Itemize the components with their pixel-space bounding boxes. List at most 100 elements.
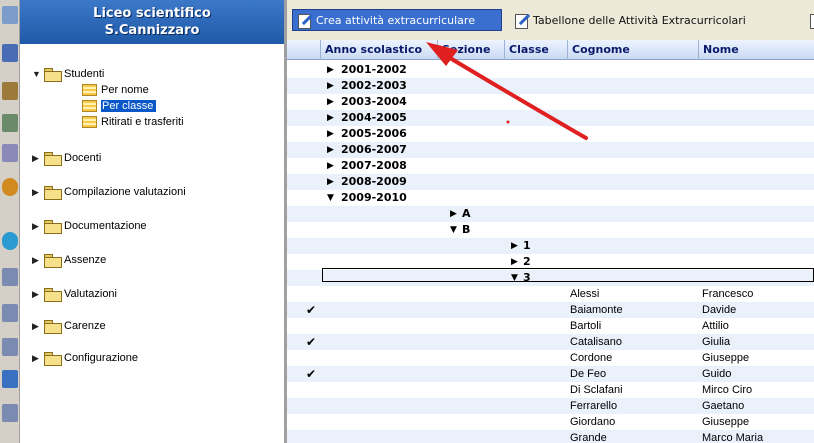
cognome-cell: Bartoli [570,320,602,332]
cognome-cell: De Feo [570,368,607,380]
table-row[interactable]: Di Sclafani Mirco Ciro [287,382,814,398]
column-header-nome[interactable]: Nome [698,40,814,60]
cognome-cell: Ferrarello [570,400,618,412]
crea-attivita-button[interactable]: Crea attività extracurriculare [292,9,502,31]
table-row[interactable]: Bartoli Attilio [287,318,814,334]
table-row-year[interactable]: ▶ 2006-2007 [287,142,814,158]
nome-cell: Marco Maria [702,432,764,443]
table-row[interactable]: Catalisano Giulia ✔ [287,334,814,350]
tabellone-button[interactable]: Tabellone delle Attività Extracurricolar… [510,9,795,31]
chevron-right-icon[interactable]: ▶ [32,321,44,332]
left-icon-strip [0,0,20,443]
tree-item-label: Documentazione [64,220,147,232]
chevron-down-icon[interactable]: ▼ [32,69,44,79]
table-row[interactable]: Cordone Giuseppe [287,350,814,366]
tree-item-per-nome[interactable]: Per nome [82,82,149,98]
tree-item-compilazione[interactable]: ▶ Compilazione valutazioni [32,184,186,200]
chevron-right-icon[interactable]: ▶ [327,78,334,94]
nome-cell: Giulia [702,336,731,348]
cognome-cell: Di Sclafani [570,384,623,396]
column-header-classe[interactable]: Classe [504,40,567,60]
chevron-right-icon[interactable]: ▶ [327,158,334,174]
tree-item-docenti[interactable]: ▶ Docenti [32,150,101,166]
nome-cell: Giuseppe [702,416,750,428]
chevron-right-icon[interactable]: ▶ [32,187,44,198]
tree-item-label: Carenze [64,320,106,332]
tree-item-per-classe[interactable]: Per classe [82,98,157,114]
tree-item-label: Assenze [64,254,107,266]
nome-cell: Guido [702,368,732,380]
nome-cell: Gaetano [702,400,745,412]
nome-cell: Francesco [702,288,754,300]
table-row[interactable]: Alessi Francesco [287,286,814,302]
class-label: 1 [523,239,531,252]
chevron-right-icon[interactable]: ▶ [327,142,334,158]
table-row-section[interactable]: ▼ B [287,222,814,238]
table-row-section[interactable]: ▶ A [287,206,814,222]
table-row[interactable]: Ferrarello Gaetano [287,398,814,414]
table-row-year[interactable]: ▶ 2002-2003 [287,78,814,94]
chevron-right-icon[interactable]: ▶ [32,221,44,232]
tree-item-ritirati[interactable]: Ritirati e trasferiti [82,114,184,130]
chevron-right-icon[interactable]: ▶ [327,94,334,110]
tree-item-configurazione[interactable]: ▶ Configurazione [32,350,138,366]
column-header-cognome[interactable]: Cognome [567,40,698,60]
chevron-right-icon[interactable]: ▶ [327,174,334,190]
strip-book-icon[interactable] [2,82,18,100]
chevron-right-icon[interactable]: ▶ [327,62,334,78]
button-label: Tabellone delle Attività Extracurricolar… [533,13,746,27]
section-label: A [462,207,471,220]
strip-book-icon[interactable] [2,268,18,286]
chevron-right-icon[interactable]: ▶ [511,238,518,254]
cognome-cell: Baiamonte [570,304,623,316]
chevron-right-icon[interactable]: ▶ [32,153,44,164]
tree-item-assenze[interactable]: ▶ Assenze [32,252,106,268]
tree-item-label: Compilazione valutazioni [64,186,186,198]
chevron-right-icon[interactable]: ▶ [327,110,334,126]
strip-globe-icon[interactable] [2,178,18,196]
pencil-icon [297,12,313,29]
strip-book-icon[interactable] [2,338,18,356]
strip-book-icon[interactable] [2,404,18,422]
tree-item-valutazioni[interactable]: ▶ Valutazioni [32,286,117,302]
tree-item-label: Docenti [64,152,102,164]
chevron-down-icon[interactable]: ▼ [327,190,334,206]
year-label: 2003-2004 [341,95,407,108]
pencil-icon [514,12,530,29]
strip-book-icon[interactable] [2,370,18,388]
strip-book-icon[interactable] [2,304,18,322]
chevron-right-icon[interactable]: ▶ [32,289,44,300]
table-row[interactable]: De Feo Guido ✔ [287,366,814,382]
table-row-year[interactable]: ▶ 2003-2004 [287,94,814,110]
chevron-right-icon[interactable]: ▶ [32,353,44,364]
folder-icon [44,254,62,268]
school-header: Liceo scientifico S.Cannizzaro [20,0,284,44]
table-row-year[interactable]: ▶ 2005-2006 [287,126,814,142]
strip-book-icon[interactable] [2,44,18,62]
strip-book-icon[interactable] [2,6,18,24]
more-button[interactable] [805,9,814,31]
table-row[interactable]: Baiamonte Davide ✔ [287,302,814,318]
chevron-right-icon[interactable]: ▶ [32,255,44,266]
folder-open-icon [44,68,62,82]
tree-item-studenti[interactable]: ▼ Studenti [32,66,104,82]
tree-item-documentazione[interactable]: ▶ Documentazione [32,218,147,234]
column-header-anno[interactable]: Anno scolastico [320,40,437,60]
table-row[interactable]: Grande Marco Maria [287,430,814,443]
strip-book-icon[interactable] [2,114,18,132]
table-row-year[interactable]: ▶ 2001-2002 [287,62,814,78]
chevron-right-icon[interactable]: ▶ [327,126,334,142]
table-row-year[interactable]: ▶ 2008-2009 [287,174,814,190]
column-header-sezione[interactable]: Sezione [437,40,504,60]
tree-item-carenze[interactable]: ▶ Carenze [32,318,106,334]
table-row-class[interactable]: ▶ 1 [287,238,814,254]
chevron-right-icon[interactable]: ▶ [450,206,457,222]
table-row-year[interactable]: ▶ 2004-2005 [287,110,814,126]
table-row-year[interactable]: ▼ 2009-2010 [287,190,814,206]
table-row-year[interactable]: ▶ 2007-2008 [287,158,814,174]
strip-globe-icon[interactable] [2,232,18,250]
table-row[interactable]: Giordano Giuseppe [287,414,814,430]
year-label: 2007-2008 [341,159,407,172]
strip-book-icon[interactable] [2,144,18,162]
chevron-down-icon[interactable]: ▼ [450,222,457,238]
